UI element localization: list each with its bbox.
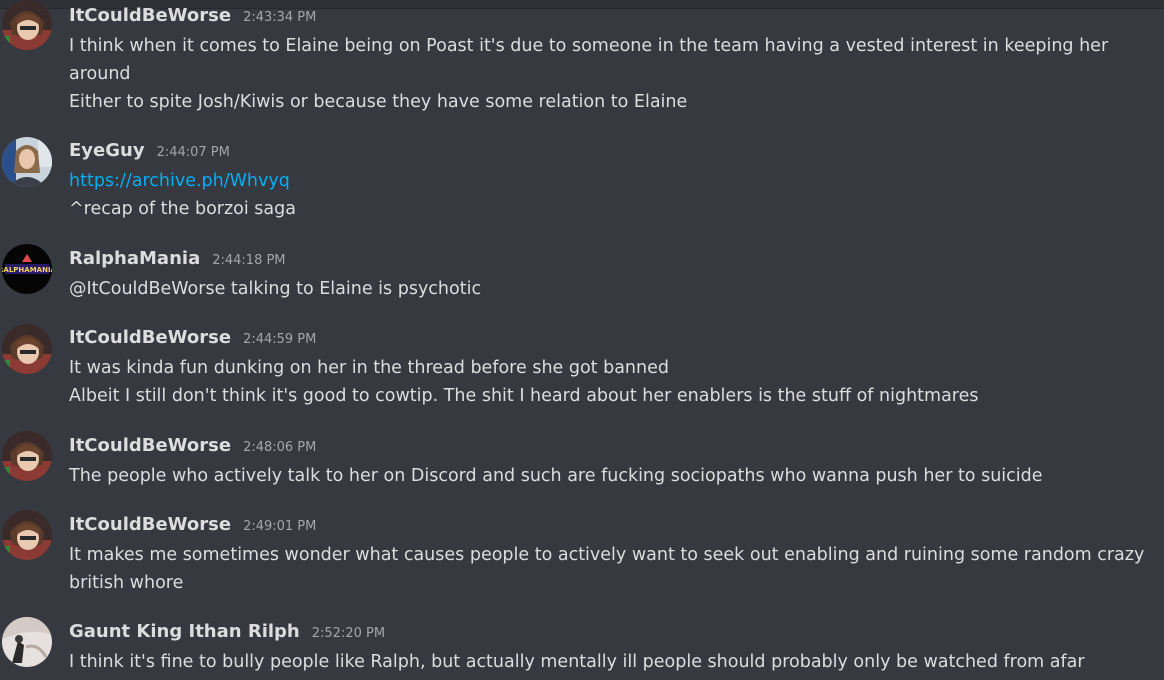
message-content: @ItCouldBeWorse talking to Elaine is psy… <box>69 275 1154 303</box>
message-content: I think when it comes to Elaine being on… <box>69 32 1154 116</box>
anime-character-icon <box>2 510 52 560</box>
timestamp[interactable]: 2:43:34 PM <box>243 10 316 25</box>
timestamp[interactable]: 2:48:06 PM <box>243 440 316 455</box>
message-link[interactable]: https://archive.ph/Whvyq <box>69 167 1154 195</box>
user-avatar[interactable] <box>2 617 52 667</box>
message-line: ^recap of the borzoi saga <box>69 199 296 219</box>
anime-character-icon <box>2 431 52 481</box>
username[interactable]: ItCouldBeWorse <box>69 5 231 26</box>
message-header: ItCouldBeWorse 2:49:01 PM <box>69 514 316 540</box>
timestamp[interactable]: 2:49:01 PM <box>243 519 316 534</box>
message-header: RalphaMania 2:44:18 PM <box>69 248 286 274</box>
message-line: It makes me sometimes wonder what causes… <box>69 545 1145 593</box>
anime-character-icon <box>2 0 52 50</box>
username[interactable]: RalphaMania <box>69 248 200 269</box>
message-header: EyeGuy 2:44:07 PM <box>69 140 230 166</box>
user-avatar[interactable] <box>2 137 52 187</box>
username[interactable]: ItCouldBeWorse <box>69 514 231 535</box>
user-avatar[interactable] <box>2 431 52 481</box>
username[interactable]: EyeGuy <box>69 140 145 161</box>
message-header: ItCouldBeWorse 2:48:06 PM <box>69 435 316 461</box>
knight-figure-icon <box>2 617 52 667</box>
message-line: Either to spite Josh/Kiwis or because th… <box>69 92 688 112</box>
user-avatar[interactable]: RALPHAMANIA <box>2 244 52 294</box>
message-line: I think when it comes to Elaine being on… <box>69 36 1109 84</box>
message-header: Gaunt King Ithan Rilph 2:52:20 PM <box>69 621 385 647</box>
message-header: ItCouldBeWorse 2:43:34 PM <box>69 5 316 31</box>
logo-text: RALPHAMANIA <box>2 266 52 274</box>
timestamp[interactable]: 2:44:59 PM <box>243 332 316 347</box>
timestamp[interactable]: 2:44:07 PM <box>157 145 230 160</box>
message-line: @ItCouldBeWorse talking to Elaine is psy… <box>69 279 482 299</box>
message-line: The people who actively talk to her on D… <box>69 466 1043 486</box>
anime-character-icon <box>2 324 52 374</box>
user-avatar[interactable] <box>2 510 52 560</box>
username[interactable]: ItCouldBeWorse <box>69 435 231 456</box>
user-avatar[interactable] <box>2 0 52 50</box>
message-content: It was kinda fun dunking on her in the t… <box>69 354 1154 410</box>
username[interactable]: Gaunt King Ithan Rilph <box>69 621 300 642</box>
message-header: ItCouldBeWorse 2:44:59 PM <box>69 327 316 353</box>
message-content: The people who actively talk to her on D… <box>69 462 1154 490</box>
woman-photo-icon <box>2 137 52 187</box>
message-line: It was kinda fun dunking on her in the t… <box>69 358 669 378</box>
message-content: https://archive.ph/Whvyq ^recap of the b… <box>69 167 1154 223</box>
message-content: I think it's fine to bully people like R… <box>69 648 1154 676</box>
ralphamania-logo-icon: RALPHAMANIA <box>2 244 52 294</box>
chat-messages-area: ItCouldBeWorse 2:43:34 PM I think when it… <box>0 0 1164 680</box>
timestamp[interactable]: 2:44:18 PM <box>212 253 285 268</box>
username[interactable]: ItCouldBeWorse <box>69 327 231 348</box>
message-line: I think it's fine to bully people like R… <box>69 652 1085 672</box>
message-line: Albeit I still don't think it's good to … <box>69 386 979 406</box>
message-content: It makes me sometimes wonder what causes… <box>69 541 1154 597</box>
timestamp[interactable]: 2:52:20 PM <box>312 626 385 641</box>
user-avatar[interactable] <box>2 324 52 374</box>
